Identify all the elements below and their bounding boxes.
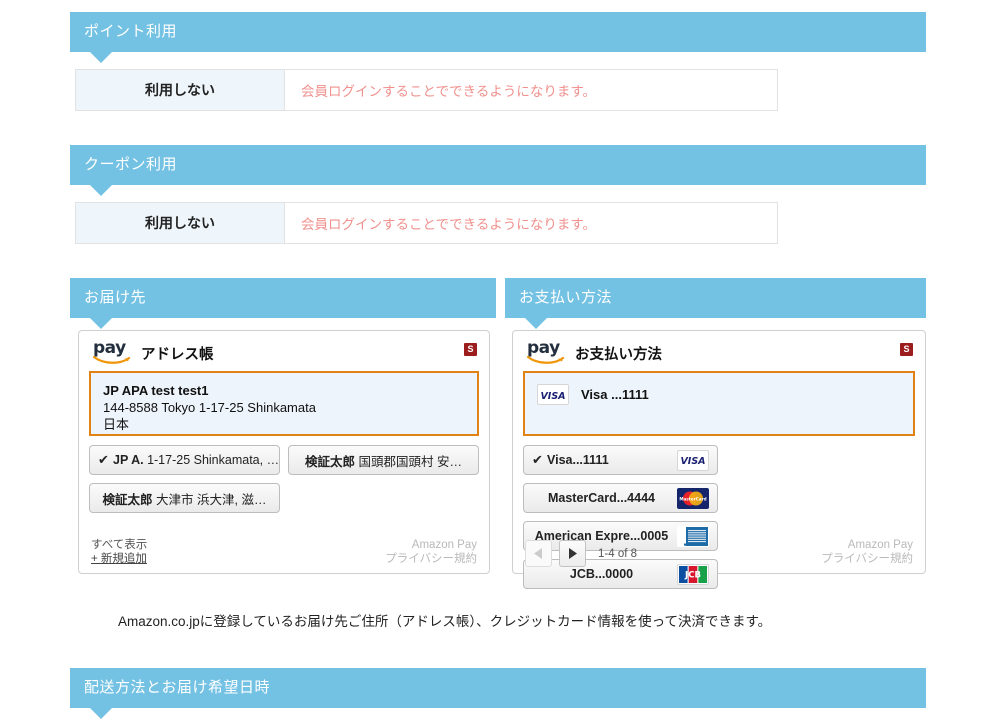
- privacy-policy-link[interactable]: プライバシー規約: [821, 552, 913, 566]
- amazon-pay-logo-icon: pay: [527, 340, 567, 365]
- prev-page-button[interactable]: [525, 540, 552, 567]
- section-header-shipping: お届け先: [70, 278, 496, 329]
- add-new-address-link[interactable]: + 新規追加: [91, 552, 147, 566]
- section-notch: [90, 52, 112, 63]
- points-usage-message: 会員ログインすることでできるようになります。: [301, 84, 596, 99]
- selected-address-name: JP APA test test1: [103, 383, 209, 398]
- address-tile[interactable]: 検証太郎 国頭郡国頭村 安…: [288, 445, 479, 475]
- svg-text:VISA: VISA: [680, 456, 705, 466]
- section-title-shipping: お届け先: [84, 289, 147, 306]
- address-widget-header: pay アドレス帳 S: [79, 331, 489, 369]
- selected-address-line1: 144-8588 Tokyo 1-17-25 Shinkamata: [103, 400, 316, 415]
- show-all-addresses-link[interactable]: すべて表示: [91, 538, 147, 552]
- payment-tile[interactable]: ✔ Visa...1111 VISA: [523, 445, 718, 475]
- section-title-points: ポイント利用: [84, 23, 178, 40]
- amazon-pay-note: Amazon.co.jpに登録しているお届け先ご住所（アドレス帳）、クレジットカ…: [118, 614, 772, 629]
- wallet-widget-title: お支払い方法: [575, 346, 662, 363]
- coupon-info-table: 利用しない 会員ログインすることでできるようになります。: [75, 202, 778, 244]
- svg-text:MasterCard: MasterCard: [679, 496, 706, 501]
- address-tile-name: 検証太郎: [305, 454, 356, 469]
- section-header-coupon: クーポン利用: [70, 145, 926, 196]
- section-title-shipping-method: 配送方法とお届け希望日時: [84, 679, 271, 696]
- address-tile-detail: 大津市 浜大津, 滋…: [156, 492, 267, 507]
- selected-address-line2: 日本: [103, 417, 130, 432]
- section-header-shipping-method: 配送方法とお届け希望日時: [70, 668, 926, 719]
- wallet-widget-header: pay お支払い方法 S: [513, 331, 925, 369]
- points-usage-label: 利用しない: [76, 70, 285, 110]
- coupon-usage-message: 会員ログインすることでできるようになります。: [301, 217, 596, 232]
- wallet-widget-footer: 1-4 of 8 Amazon Pay プライバシー規約: [513, 529, 925, 573]
- address-tile-detail: 国頭郡国頭村 安…: [358, 454, 462, 469]
- visa-icon: VISA: [537, 384, 569, 405]
- next-page-button[interactable]: [559, 540, 586, 567]
- pager-count-label: 1-4 of 8: [598, 547, 637, 560]
- selected-address-box: JP APA test test1 144-8588 Tokyo 1-17-25…: [89, 371, 479, 436]
- section-notch: [525, 318, 547, 329]
- address-tile-name: JP A.: [113, 453, 144, 467]
- address-tile-list: ✔ JP A. 1-17-25 Shinkamata, … 検証太郎 国頭郡国頭…: [79, 436, 489, 513]
- amazon-pay-brand-label: Amazon Pay: [847, 539, 913, 551]
- payment-tile-label: Visa...1111: [547, 453, 609, 467]
- address-tile[interactable]: ✔ JP A. 1-17-25 Shinkamata, …: [89, 445, 280, 475]
- address-tile[interactable]: 検証太郎 大津市 浜大津, 滋…: [89, 483, 280, 513]
- address-tile-detail: 1-17-25 Shinkamata, …: [147, 453, 280, 467]
- amazon-pay-brand-label: Amazon Pay: [411, 539, 477, 551]
- checkout-page: ポイント利用 利用しない 会員ログインすることでできるようになります。 クーポン…: [0, 0, 1001, 719]
- wallet-pager: 1-4 of 8: [525, 540, 637, 567]
- address-widget-title: アドレス帳: [141, 346, 214, 363]
- amazon-pay-address-widget: pay アドレス帳 S JP APA test test1 144-8588 T…: [78, 330, 490, 574]
- check-icon: ✔: [532, 452, 543, 467]
- section-header-payment: お支払い方法: [505, 278, 926, 329]
- privacy-policy-link[interactable]: プライバシー規約: [385, 552, 477, 566]
- coupon-usage-label: 利用しない: [76, 203, 285, 243]
- section-notch: [90, 318, 112, 329]
- section-notch: [90, 708, 112, 719]
- secure-badge-icon: S: [900, 343, 913, 356]
- address-tile-name: 検証太郎: [102, 492, 153, 507]
- svg-text:VISA: VISA: [540, 391, 565, 401]
- section-header-points: ポイント利用: [70, 12, 926, 63]
- check-icon: ✔: [98, 452, 109, 467]
- mastercard-icon: MasterCard: [677, 487, 709, 509]
- selected-payment-box: VISA Visa ...1111: [523, 371, 915, 436]
- section-notch: [90, 185, 112, 196]
- secure-badge-icon: S: [464, 343, 477, 356]
- visa-icon: VISA: [677, 449, 709, 471]
- amazon-pay-wallet-widget: pay お支払い方法 S VISA Visa ...1111 ✔ Visa...…: [512, 330, 926, 589]
- points-info-table: 利用しない 会員ログインすることでできるようになります。: [75, 69, 778, 111]
- selected-payment-label: Visa ...1111: [581, 387, 649, 402]
- section-title-payment: お支払い方法: [519, 289, 613, 306]
- amazon-pay-logo-icon: pay: [93, 340, 133, 365]
- payment-tile-label: MasterCard...4444: [547, 491, 655, 505]
- section-title-coupon: クーポン利用: [84, 156, 178, 173]
- address-widget-footer: すべて表示 + 新規追加 Amazon Pay プライバシー規約: [79, 529, 489, 573]
- payment-tile[interactable]: MasterCard...4444 MasterCard: [523, 483, 718, 513]
